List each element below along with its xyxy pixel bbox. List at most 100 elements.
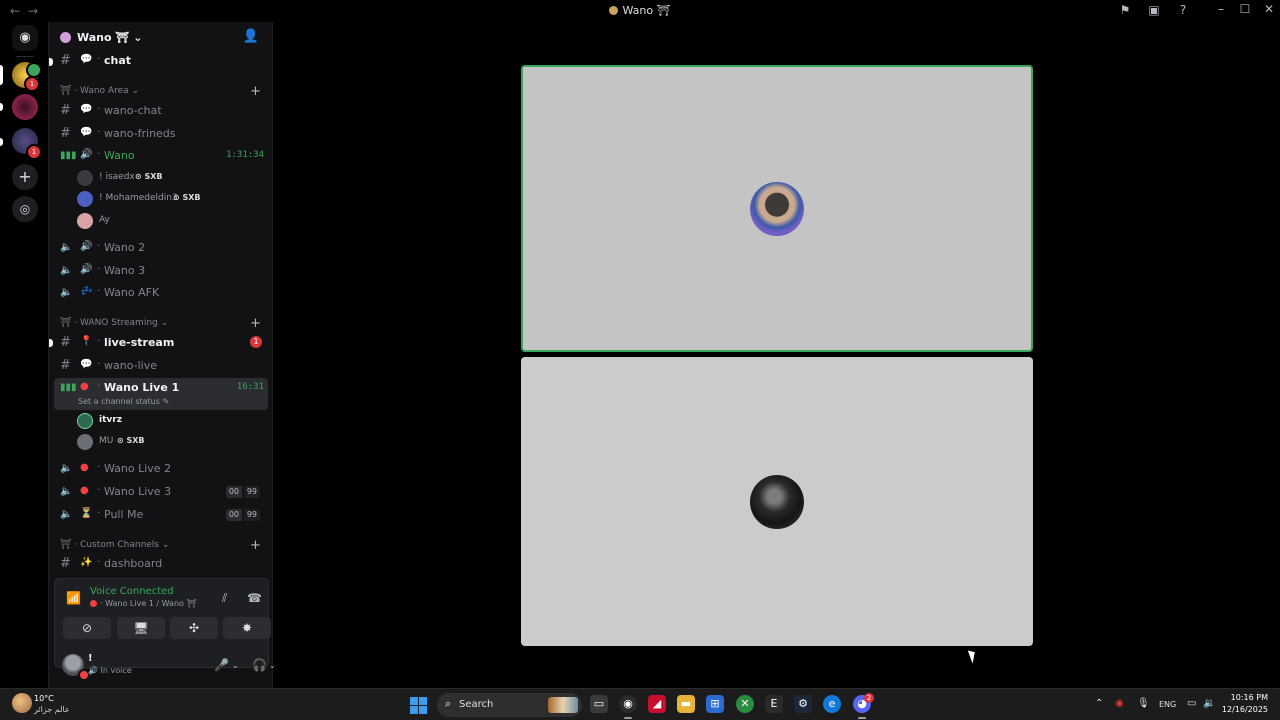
inbox-icon[interactable]: ▣	[1146, 3, 1162, 17]
microphone-icon[interactable]: 🎤	[214, 658, 229, 672]
speaker-muted-icon: 🔈	[60, 486, 73, 497]
amd-icon[interactable]: ◢	[648, 695, 666, 713]
channel-dashboard[interactable]: # ✨ · dashboard	[54, 554, 268, 574]
clock-time[interactable]: 10:16 PM	[1218, 693, 1268, 702]
voice-user[interactable]: MU ⊙ SXB	[77, 432, 267, 452]
network-icon[interactable]: ▭	[1187, 698, 1196, 709]
voice-channel-wano-afk[interactable]: 🔈 💤 · Wano AFK	[54, 283, 268, 303]
task-view-icon[interactable]: ▭	[590, 695, 608, 713]
avatar	[750, 474, 804, 529]
weather-location[interactable]: عالم جزائر	[34, 705, 70, 714]
weather-icon[interactable]	[12, 693, 32, 713]
voice-timer: 16:31	[236, 382, 264, 392]
disconnect-icon[interactable]: ☎	[247, 591, 262, 605]
channel-wano-live[interactable]: # 💬 · wano-live	[54, 356, 268, 376]
voice-activity-icon: ▮▮▮	[60, 150, 77, 161]
category-wano-streaming[interactable]: ⛩ · WANO Streaming ⌄ +	[60, 316, 261, 332]
server-tag: ⊙ SXB	[173, 193, 201, 202]
voice-user[interactable]: itvrz	[77, 411, 267, 431]
participant-tile[interactable]	[521, 357, 1033, 646]
voice-timer: 1:31:34	[226, 150, 264, 160]
voice-channel-link[interactable]: · Wano Live 1 / Wano ⛩	[90, 599, 197, 608]
chevron-down-icon[interactable]: ⌄	[232, 661, 239, 670]
participant-tile[interactable]	[521, 65, 1033, 352]
channel-name: wano-chat	[104, 104, 162, 117]
voice-channel-pull-me[interactable]: 🔈 ⏳ · Pull Me 00 99	[54, 505, 268, 525]
voice-user[interactable]: ! Mohamedeldin3 ⊙ SXB	[77, 189, 267, 209]
noise-suppression-icon[interactable]: ⫽	[222, 591, 227, 606]
server-tag: ⊙ SXB	[117, 436, 145, 445]
sparkles-icon: ✨	[80, 557, 93, 568]
channel-live-stream[interactable]: # 📍 · live-stream 1	[54, 333, 268, 353]
channel-wano-frineds[interactable]: # 💬 · wano-frineds	[54, 124, 268, 144]
windows-start-icon[interactable]	[410, 697, 427, 714]
speaker-muted-icon: 🔈	[60, 509, 73, 520]
flag-icon[interactable]: ⚑	[1117, 3, 1133, 17]
hash-icon: #	[60, 556, 71, 571]
server-icon	[60, 32, 71, 43]
server-sxb[interactable]	[12, 94, 38, 120]
server-tag: ⊙ SXB	[135, 172, 163, 181]
hourglass-icon: ⏳	[80, 508, 93, 519]
add-channel-icon[interactable]: +	[250, 84, 261, 99]
voice-channel-wano[interactable]: ▮▮▮ 🔊 · Wano 1:31:34	[54, 146, 268, 166]
voice-status-title[interactable]: Voice Connected	[90, 586, 174, 597]
voice-user[interactable]: Ay	[77, 211, 267, 231]
speaker-icon: 🔊	[80, 149, 93, 160]
channel-name: chat	[104, 54, 132, 67]
screen-share-button[interactable]: 🖥	[117, 617, 165, 639]
window-title: Wano ⛩	[0, 4, 1280, 17]
server-header[interactable]: Wano ⛩ ⌄ 👤	[49, 22, 273, 54]
voice-channel-wano-3[interactable]: 🔈 🔊 · Wano 3	[54, 261, 268, 281]
voice-activity-icon: ▮▮▮	[60, 382, 77, 393]
weather-temp[interactable]: 10°C	[34, 694, 54, 703]
speaker-muted-icon: 🔈	[60, 265, 73, 276]
voice-channel-wano-2[interactable]: 🔈 🔊 · Wano 2	[54, 238, 268, 258]
add-channel-icon[interactable]: +	[250, 538, 261, 553]
close-icon[interactable]: ✕	[1262, 2, 1276, 16]
maximize-icon[interactable]: ☐	[1238, 2, 1252, 16]
volume-icon[interactable]: 🔉	[1203, 698, 1215, 709]
username[interactable]: !	[88, 653, 93, 664]
voice-user[interactable]: ! isaedx ⊙ SXB	[77, 168, 267, 188]
discover-icon[interactable]: ◎	[12, 196, 38, 222]
category-custom-channels[interactable]: ⛩ · Custom Channels ⌄ +	[60, 538, 261, 554]
add-member-icon[interactable]: 👤	[243, 29, 259, 44]
channel-chat[interactable]: # 💬 · chat	[54, 51, 268, 71]
category-wano-area[interactable]: ⛩ · Wano Area ⌄ +	[60, 84, 261, 100]
steam-icon[interactable]: ⚙	[794, 695, 812, 713]
camera-off-button[interactable]: ⊘	[63, 617, 111, 639]
microphone-icon[interactable]: 🎙	[1137, 698, 1150, 709]
add-channel-icon[interactable]: +	[250, 316, 261, 331]
avatar	[77, 191, 93, 207]
chevron-up-icon[interactable]: ⌃	[1095, 698, 1103, 709]
channel-wano-chat[interactable]: # 💬 · wano-chat	[54, 101, 268, 121]
add-server-icon[interactable]: +	[12, 164, 38, 190]
language-indicator[interactable]: ENG	[1159, 700, 1176, 709]
mention-badge: 1	[24, 76, 40, 92]
headphones-icon[interactable]: 🎧	[252, 658, 267, 672]
xbox-icon[interactable]: ✕	[736, 695, 754, 713]
minimize-icon[interactable]: –	[1214, 2, 1228, 16]
discord-home-icon[interactable]: ◉	[12, 25, 38, 51]
voice-channel-wano-live-3[interactable]: 🔈 ● · Wano Live 3 00 99	[54, 482, 268, 502]
obs-icon[interactable]: ◉	[619, 695, 637, 719]
help-icon[interactable]: ?	[1175, 3, 1191, 17]
signal-icon[interactable]: 📶	[66, 591, 81, 605]
channel-name: Wano Live 3	[104, 485, 172, 498]
user-limit: 99	[243, 486, 260, 498]
hash-icon: #	[60, 358, 71, 373]
file-explorer-icon[interactable]: ▬	[677, 695, 695, 713]
amd-tray-icon[interactable]: ◉	[1115, 698, 1124, 709]
soundboard-button[interactable]: ✸	[223, 617, 271, 639]
microsoft-store-icon[interactable]: ⊞	[706, 695, 724, 713]
edge-icon[interactable]: e	[823, 695, 841, 713]
activities-button[interactable]: ✣	[170, 617, 218, 639]
epic-games-icon[interactable]: E	[765, 695, 783, 713]
voice-channel-wano-live-2[interactable]: 🔈 ● · Wano Live 2	[54, 459, 268, 479]
clock-date[interactable]: 12/16/2025	[1218, 705, 1268, 714]
search-box[interactable]: ⌕ Search	[437, 693, 582, 717]
channel-name: dashboard	[104, 557, 163, 570]
user-limit: 99	[243, 509, 260, 521]
channel-status[interactable]: Set a channel status ✎	[78, 397, 169, 406]
